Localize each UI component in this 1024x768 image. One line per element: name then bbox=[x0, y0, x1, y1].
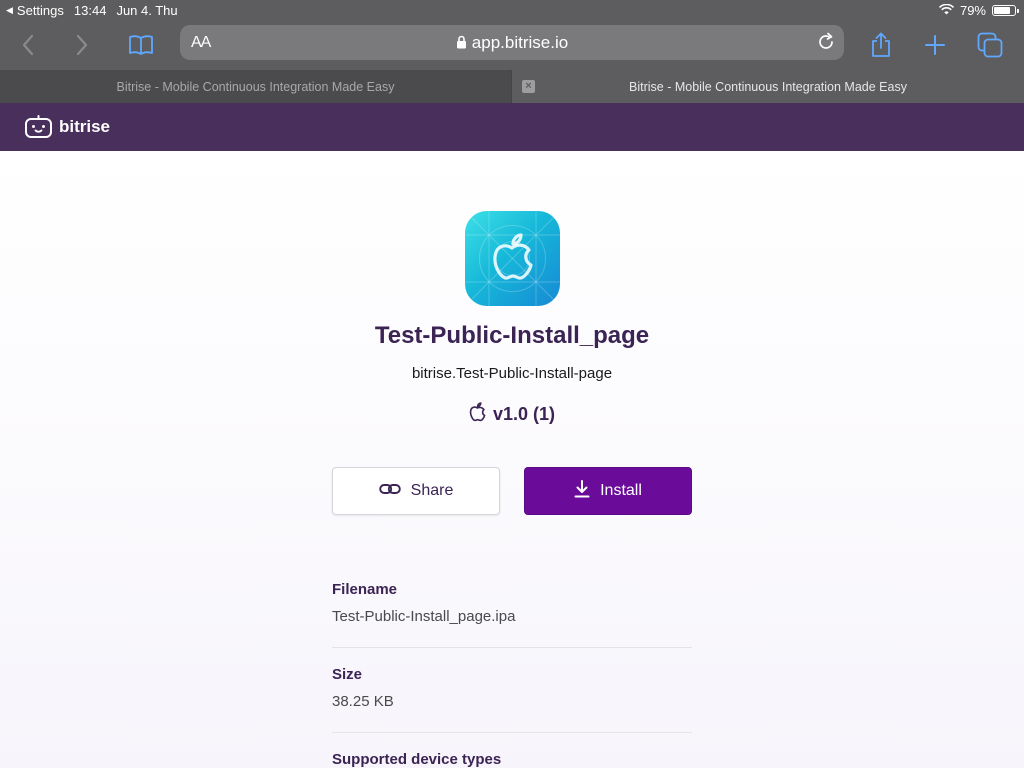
battery-percent: 79% bbox=[959, 3, 986, 18]
battery-icon bbox=[992, 5, 1019, 16]
status-date: Jun 4. Thu bbox=[116, 3, 178, 18]
tab-bar: Bitrise - Mobile Continuous Integration … bbox=[0, 70, 1024, 103]
back-icon[interactable] bbox=[13, 30, 43, 60]
install-button[interactable]: Install bbox=[524, 467, 692, 515]
bundle-id: bitrise.Test-Public-Install-page bbox=[411, 365, 613, 382]
app-name: Test-Public-Install_page bbox=[374, 322, 650, 349]
browser-toolbar: AA app.bitrise.io bbox=[0, 20, 1024, 70]
status-time: 13:44 bbox=[73, 3, 107, 18]
detail-supported-devices: Supported device types bbox=[332, 733, 692, 768]
app-icon bbox=[465, 211, 560, 306]
url-text: app.bitrise.io bbox=[471, 33, 569, 52]
lock-icon bbox=[456, 34, 467, 54]
tab-title: Bitrise - Mobile Continuous Integration … bbox=[116, 79, 395, 94]
site-header: bitrise bbox=[0, 103, 1024, 151]
forward-icon[interactable] bbox=[67, 30, 97, 60]
app-version: v1.0 (1) bbox=[492, 404, 556, 424]
back-to-app-icon[interactable]: ◀ bbox=[6, 5, 13, 16]
detail-size: Size 38.25 KB bbox=[332, 648, 692, 733]
link-icon bbox=[378, 482, 401, 501]
bookmarks-icon[interactable] bbox=[126, 30, 156, 60]
detail-value: 38.25 KB bbox=[332, 693, 394, 710]
install-label: Install bbox=[600, 482, 642, 499]
detail-label: Size bbox=[332, 666, 363, 683]
detail-label: Filename bbox=[332, 581, 398, 598]
battery-level-fill bbox=[994, 7, 1010, 14]
detail-label: Supported device types bbox=[332, 751, 502, 768]
install-page: Test-Public-Install_page bitrise.Test-Pu… bbox=[0, 151, 1024, 768]
share-label: Share bbox=[410, 482, 454, 499]
bitrise-bot-icon bbox=[25, 115, 52, 138]
version-row: v1.0 (1) bbox=[0, 402, 1024, 427]
share-button[interactable]: Share bbox=[332, 467, 500, 515]
status-bar: ◀ Settings 13:44 Jun 4. Thu 79% bbox=[0, 0, 1024, 20]
new-tab-icon[interactable] bbox=[920, 30, 950, 60]
download-icon bbox=[574, 479, 590, 503]
wifi-icon bbox=[938, 3, 955, 18]
detail-value: Test-Public-Install_page.ipa bbox=[332, 608, 516, 625]
tab-2-active[interactable]: × Bitrise - Mobile Continuous Integratio… bbox=[512, 70, 1024, 103]
tab-1[interactable]: Bitrise - Mobile Continuous Integration … bbox=[0, 70, 511, 103]
tab-title: Bitrise - Mobile Continuous Integration … bbox=[629, 79, 907, 94]
tab-overview-icon[interactable] bbox=[975, 30, 1005, 60]
address-bar[interactable]: AA app.bitrise.io bbox=[180, 25, 844, 60]
brand-name: bitrise bbox=[59, 117, 111, 136]
detail-filename: Filename Test-Public-Install_page.ipa bbox=[332, 571, 692, 648]
close-tab-icon[interactable]: × bbox=[522, 80, 535, 93]
back-app-label[interactable]: Settings bbox=[17, 3, 64, 18]
reload-icon[interactable] bbox=[816, 32, 836, 57]
app-details: Filename Test-Public-Install_page.ipa Si… bbox=[332, 571, 692, 768]
share-sheet-icon[interactable] bbox=[866, 30, 896, 60]
apple-icon bbox=[469, 402, 486, 427]
bitrise-logo[interactable]: bitrise bbox=[24, 115, 110, 139]
